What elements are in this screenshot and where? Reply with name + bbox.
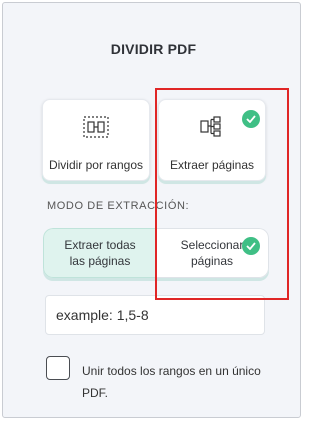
extract-pages-icon xyxy=(199,116,225,143)
selected-check-icon xyxy=(242,237,260,255)
merge-checkbox[interactable] xyxy=(46,356,70,380)
option-select-pages[interactable]: Seleccionar páginas xyxy=(156,228,269,278)
mode-extract-pages[interactable]: Extraer páginas xyxy=(158,99,266,181)
extraction-mode-label: MODO DE EXTRACCIÓN: xyxy=(47,200,190,212)
pages-input[interactable] xyxy=(45,295,265,335)
merge-checkbox-label: Unir todos los rangos en un único PDF. xyxy=(82,364,261,400)
mode-split-label: Dividir por rangos xyxy=(48,158,144,172)
selected-check-icon xyxy=(242,110,260,128)
option-select-pages-label: Seleccionar páginas xyxy=(180,238,244,268)
option-extract-all[interactable]: Extraer todas las páginas xyxy=(43,228,156,278)
split-ranges-icon xyxy=(83,116,109,143)
split-pdf-panel: DIVIDIR PDF Dividir por rangos Extraer p… xyxy=(2,2,301,418)
mode-extract-label: Extraer páginas xyxy=(169,158,255,172)
mode-split-by-ranges[interactable]: Dividir por rangos xyxy=(42,99,150,181)
panel-title: DIVIDIR PDF xyxy=(110,41,197,57)
option-extract-all-label: Extraer todas las páginas xyxy=(64,238,136,268)
extraction-mode-toggle: Extraer todas las páginas Seleccionar pá… xyxy=(43,228,269,278)
